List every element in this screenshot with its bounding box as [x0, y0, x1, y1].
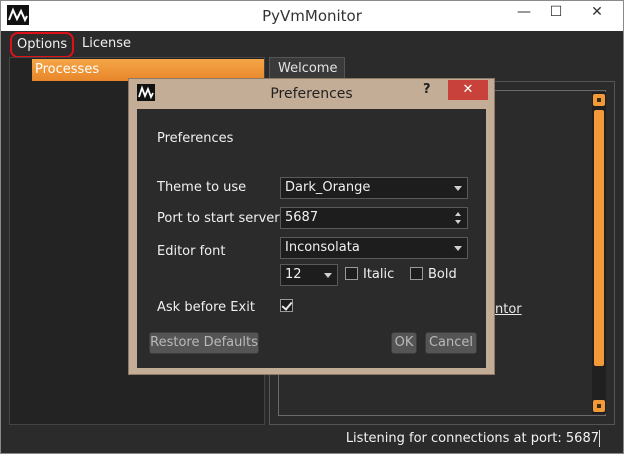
- port-label: Port to start server: [157, 211, 280, 226]
- cancel-button[interactable]: Cancel: [425, 332, 477, 354]
- font-size-value: 12: [285, 267, 302, 282]
- restore-defaults-button[interactable]: Restore Defaults: [149, 332, 259, 354]
- scroll-thumb[interactable]: [594, 110, 604, 366]
- italic-checkbox[interactable]: [345, 267, 358, 280]
- theme-value: Dark_Orange: [285, 180, 371, 195]
- scroll-up-button[interactable]: [593, 94, 605, 106]
- menubar: Options License: [1, 31, 623, 58]
- scroll-down-button[interactable]: [593, 400, 605, 412]
- port-spinbox[interactable]: 5687: [280, 207, 468, 229]
- status-text: Listening for connections at port: 5687: [345, 431, 599, 446]
- editor-font-label: Editor font: [157, 244, 226, 259]
- text-cursor: [599, 430, 600, 447]
- dialog-body: Preferences Theme to use Dark_Orange Por…: [137, 109, 486, 368]
- help-button[interactable]: ?: [423, 82, 431, 97]
- font-size-select[interactable]: 12: [280, 264, 338, 286]
- preferences-dialog: Preferences ? ✕ Preferences Theme to use…: [128, 78, 495, 375]
- port-value: 5687: [285, 210, 319, 225]
- menu-options[interactable]: Options: [10, 32, 75, 58]
- menu-license[interactable]: License: [77, 34, 136, 54]
- ok-button[interactable]: OK: [391, 332, 417, 354]
- dialog-close-button[interactable]: ✕: [448, 80, 488, 100]
- statusbar: Listening for connections at port: 5687: [1, 427, 623, 453]
- bold-checkbox[interactable]: [410, 267, 423, 280]
- spin-up-icon[interactable]: [455, 212, 461, 216]
- spin-down-icon[interactable]: [455, 220, 461, 224]
- spin-arrows-icon[interactable]: [455, 211, 463, 225]
- italic-label: Italic: [363, 267, 395, 282]
- preferences-heading: Preferences: [157, 131, 234, 146]
- maximize-button[interactable]: ☐: [541, 1, 571, 23]
- ask-exit-checkbox[interactable]: [280, 299, 293, 312]
- theme-select[interactable]: Dark_Orange: [280, 177, 468, 199]
- dialog-titlebar: Preferences ? ✕: [129, 79, 494, 107]
- font-select[interactable]: Inconsolata: [280, 237, 468, 259]
- vertical-scrollbar[interactable]: [592, 92, 606, 414]
- chevron-down-icon: [454, 186, 462, 191]
- minimize-button[interactable]: —: [509, 1, 539, 23]
- chevron-down-icon: [324, 273, 332, 278]
- chevron-down-icon: [454, 246, 462, 251]
- welcome-link[interactable]: ntor: [495, 302, 522, 317]
- font-value: Inconsolata: [285, 240, 360, 255]
- dialog-title: Preferences: [270, 86, 353, 102]
- ask-exit-label: Ask before Exit: [157, 300, 255, 315]
- theme-label: Theme to use: [157, 180, 247, 195]
- close-window-button[interactable]: ✕: [573, 1, 621, 23]
- window-titlebar: PyVmMonitor — ☐ ✕: [1, 1, 623, 31]
- bold-label: Bold: [428, 267, 457, 282]
